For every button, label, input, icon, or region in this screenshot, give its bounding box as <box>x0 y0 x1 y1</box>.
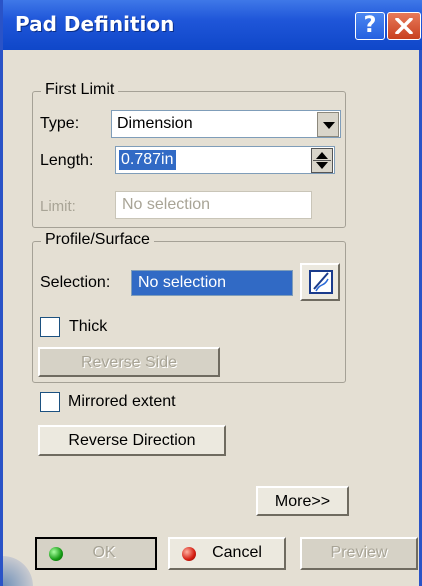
reverse-direction-button[interactable]: Reverse Direction <box>38 425 226 456</box>
dialog-title: Pad Definition <box>15 12 175 36</box>
selection-field[interactable]: No selection <box>131 270 293 296</box>
corner-decoration <box>3 556 33 586</box>
reverse-side-label: Reverse Side <box>80 354 178 371</box>
preview-button[interactable]: Preview <box>300 537 418 570</box>
help-button[interactable]: ? <box>355 12 385 40</box>
mirrored-extent-checkbox[interactable] <box>40 392 60 412</box>
selection-value: No selection <box>138 274 227 291</box>
sketch-icon <box>309 270 333 294</box>
limit-value: No selection <box>122 196 211 213</box>
limit-field: No selection <box>115 191 312 219</box>
first-limit-label: First Limit <box>41 81 119 99</box>
reverse-direction-label: Reverse Direction <box>68 432 196 449</box>
ok-button[interactable]: OK <box>35 537 157 570</box>
thick-checkbox[interactable] <box>40 317 60 337</box>
length-label: Length: <box>40 152 94 169</box>
ok-label: OK <box>92 544 116 561</box>
cancel-label: Cancel <box>212 544 262 561</box>
chevron-down-icon[interactable] <box>317 112 339 137</box>
limit-label: Limit: <box>40 198 76 215</box>
type-value: Dimension <box>117 115 193 132</box>
type-label: Type: <box>40 115 80 132</box>
mirrored-extent-label: Mirrored extent <box>68 393 176 410</box>
preview-label: Preview <box>330 544 388 561</box>
selection-label: Selection: <box>40 274 111 291</box>
more-button[interactable]: More>> <box>256 486 349 516</box>
reverse-side-button[interactable]: Reverse Side <box>38 347 220 377</box>
cancel-button[interactable]: Cancel <box>168 537 286 570</box>
close-icon <box>395 18 413 34</box>
thick-label: Thick <box>69 318 108 335</box>
profile-surface-label: Profile/Surface <box>41 231 154 249</box>
sketcher-button[interactable] <box>300 263 340 301</box>
type-dropdown[interactable]: Dimension <box>111 110 341 138</box>
length-input[interactable]: 0.787in <box>115 146 335 174</box>
more-label: More>> <box>274 493 331 510</box>
length-spinner-icon[interactable] <box>311 148 333 173</box>
pad-definition-dialog: Pad Definition ? First Limit Type: Dimen… <box>0 0 422 586</box>
title-bar[interactable]: Pad Definition ? <box>3 0 422 50</box>
close-button[interactable] <box>387 12 421 40</box>
length-value: 0.787in <box>119 150 176 170</box>
